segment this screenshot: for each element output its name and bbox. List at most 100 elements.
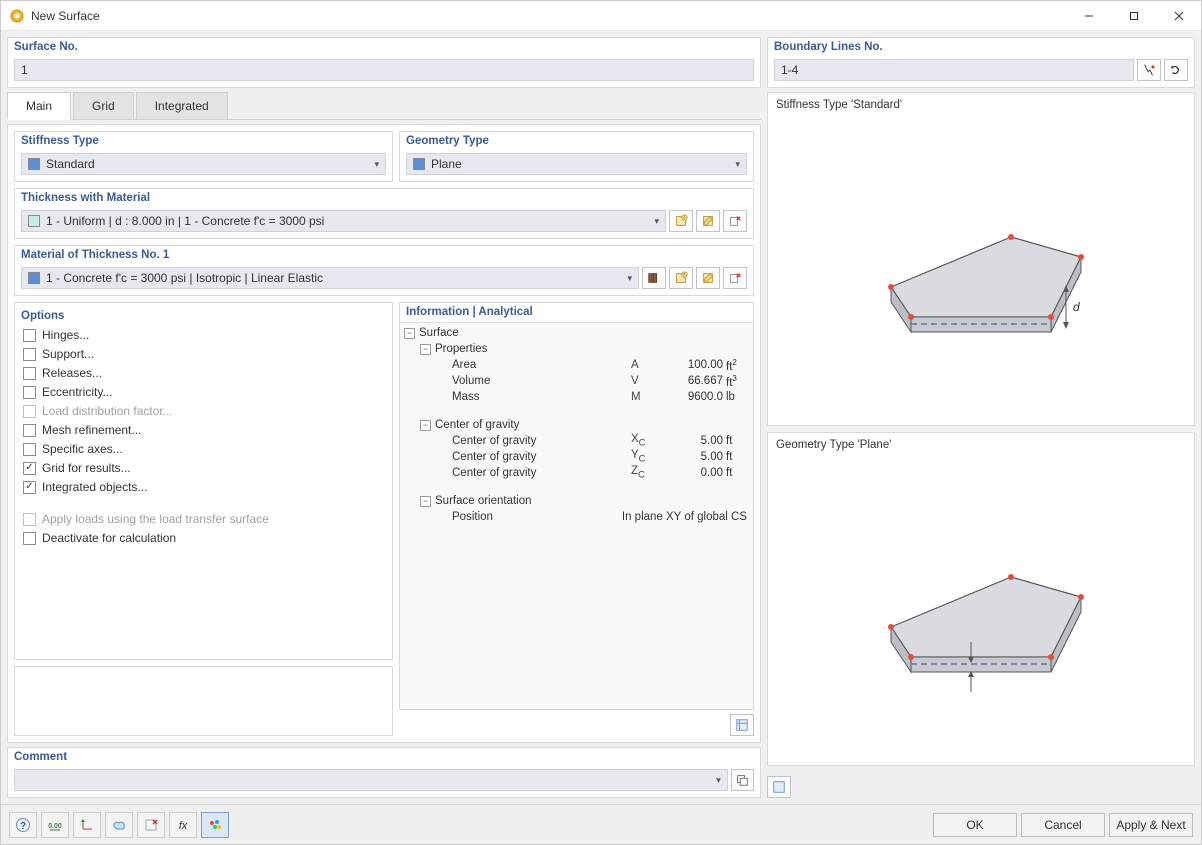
tab-grid[interactable]: Grid — [73, 92, 134, 119]
chevron-down-icon: ▾ — [627, 273, 632, 284]
edit-material-button[interactable] — [696, 267, 720, 289]
collapse-icon[interactable]: − — [404, 328, 415, 339]
surface-no-input[interactable] — [14, 59, 754, 81]
option-deactivate-label: Deactivate for calculation — [42, 531, 176, 545]
option-eccentricity[interactable]: Eccentricity... — [23, 385, 384, 399]
tree-cog[interactable]: −Center of gravity — [400, 417, 753, 433]
tree-cog-z-row: Center of gravityZC0.00ft — [400, 465, 753, 481]
main-row: Main Grid Integrated Stiffness Type Stan… — [7, 92, 1195, 798]
stiffness-preview: Stiffness Type 'Standard' d — [767, 92, 1195, 426]
tab-main[interactable]: Main — [7, 92, 71, 120]
delete-thickness-button[interactable] — [723, 210, 747, 232]
library-material-button[interactable] — [642, 267, 666, 289]
option-grid-results[interactable]: ✓Grid for results... — [23, 461, 384, 475]
help-button[interactable]: ? — [9, 812, 37, 838]
left-column: Main Grid Integrated Stiffness Type Stan… — [7, 92, 761, 798]
option-integrated-objects[interactable]: ✓Integrated objects... — [23, 480, 384, 494]
tree-volume-row: VolumeV66.667ft3 — [400, 373, 753, 389]
maximize-button[interactable] — [1111, 1, 1156, 30]
tab-integrated[interactable]: Integrated — [136, 92, 228, 119]
option-releases[interactable]: Releases... — [23, 366, 384, 380]
surface-no-group: Surface No. — [7, 37, 761, 88]
edit-thickness-button[interactable] — [696, 210, 720, 232]
option-specific-axes[interactable]: Specific axes... — [23, 442, 384, 456]
title-bar: New Surface — [1, 1, 1201, 31]
stiffness-swatch-icon — [28, 158, 40, 170]
units-button[interactable]: 0.00 — [41, 812, 69, 838]
empty-panel — [14, 666, 393, 736]
comment-copy-button[interactable] — [731, 769, 754, 791]
material-combo[interactable]: 1 - Concrete f'c = 3000 psi | Isotropic … — [21, 267, 639, 289]
material-swatch-icon — [28, 272, 40, 284]
tab-main-content: Stiffness Type Standard ▾ Geometry Type — [7, 124, 761, 743]
axes-button[interactable] — [73, 812, 101, 838]
collapse-icon[interactable]: − — [420, 344, 431, 355]
option-apply-loads: Apply loads using the load transfer surf… — [23, 512, 384, 526]
option-support[interactable]: Support... — [23, 347, 384, 361]
close-button[interactable] — [1156, 1, 1201, 30]
option-specific-axes-label: Specific axes... — [42, 442, 123, 456]
material-label: Material of Thickness No. 1 — [15, 246, 753, 263]
colors-button[interactable] — [201, 812, 229, 838]
option-eccentricity-label: Eccentricity... — [42, 385, 112, 399]
tree-properties[interactable]: −Properties — [400, 341, 753, 357]
delete-button[interactable] — [137, 812, 165, 838]
stiffness-value: Standard — [46, 157, 368, 171]
option-load-dist-label: Load distribution factor... — [42, 404, 173, 418]
collapse-icon[interactable]: − — [420, 496, 431, 507]
preview-settings-button[interactable] — [767, 776, 791, 798]
cancel-button[interactable]: Cancel — [1021, 813, 1105, 837]
tree-orientation[interactable]: −Surface orientation — [400, 493, 753, 509]
svg-text:0.00: 0.00 — [48, 823, 62, 830]
apply-next-button[interactable]: Apply & Next — [1109, 813, 1193, 837]
minimize-button[interactable] — [1066, 1, 1111, 30]
option-mesh-refinement[interactable]: Mesh refinement... — [23, 423, 384, 437]
collapse-icon[interactable]: − — [420, 420, 431, 431]
option-grid-results-label: Grid for results... — [42, 461, 131, 475]
tree-mass-row: MassM9600.0lb — [400, 389, 753, 405]
geometry-preview-canvas — [774, 453, 1188, 761]
svg-text:fx: fx — [179, 820, 188, 832]
tree-cog-x-row: Center of gravityXC5.00ft — [400, 433, 753, 449]
chevron-down-icon: ▾ — [716, 775, 721, 786]
svg-text:?: ? — [20, 821, 26, 832]
boundary-lines-input[interactable] — [774, 59, 1134, 81]
geometry-type-label: Geometry Type — [400, 132, 753, 149]
stiffness-type-label: Stiffness Type — [15, 132, 392, 149]
ok-button[interactable]: OK — [933, 813, 1017, 837]
pick-lines-button[interactable] — [1137, 59, 1161, 81]
option-hinges-label: Hinges... — [42, 328, 89, 342]
script-button[interactable]: fx — [169, 812, 197, 838]
thickness-combo[interactable]: 1 - Uniform | d : 8.000 in | 1 - Concret… — [21, 210, 666, 232]
footer-bar: ? 0.00 fx OK Cancel Apply & Next — [1, 804, 1201, 844]
material-group: Material of Thickness No. 1 1 - Concrete… — [14, 245, 754, 296]
geometry-type-combo[interactable]: Plane ▾ — [406, 153, 747, 175]
thickness-group: Thickness with Material 1 - Uniform | d … — [14, 188, 754, 239]
stiffness-type-combo[interactable]: Standard ▾ — [21, 153, 386, 175]
chevron-down-icon: ▾ — [654, 216, 659, 227]
delete-material-button[interactable] — [723, 267, 747, 289]
tree-cog-y-row: Center of gravityYC5.00ft — [400, 449, 753, 465]
option-support-label: Support... — [42, 347, 94, 361]
chevron-down-icon: ▾ — [735, 159, 740, 170]
geometry-swatch-icon — [413, 158, 425, 170]
tabs-bar: Main Grid Integrated — [7, 92, 761, 120]
information-header: Information | Analytical — [400, 303, 753, 322]
option-deactivate[interactable]: Deactivate for calculation — [23, 531, 384, 545]
right-column: Stiffness Type 'Standard' d — [767, 92, 1195, 798]
option-integrated-obj-label: Integrated objects... — [42, 480, 147, 494]
tree-surface[interactable]: −Surface — [400, 325, 753, 341]
comment-combo[interactable]: ▾ — [14, 769, 728, 791]
reverse-button[interactable] — [1164, 59, 1188, 81]
information-settings-button[interactable] — [730, 714, 754, 736]
information-tree[interactable]: −Surface −Properties AreaA100.00ft2 Volu… — [400, 322, 753, 709]
cloud-button[interactable] — [105, 812, 133, 838]
surface-no-label: Surface No. — [8, 38, 760, 55]
material-value: 1 - Concrete f'c = 3000 psi | Isotropic … — [46, 271, 621, 285]
stiffness-preview-title: Stiffness Type 'Standard' — [774, 97, 1188, 113]
tree-area-row: AreaA100.00ft2 — [400, 357, 753, 373]
new-thickness-button[interactable] — [669, 210, 693, 232]
new-material-button[interactable] — [669, 267, 693, 289]
option-releases-label: Releases... — [42, 366, 102, 380]
option-hinges[interactable]: Hinges... — [23, 328, 384, 342]
